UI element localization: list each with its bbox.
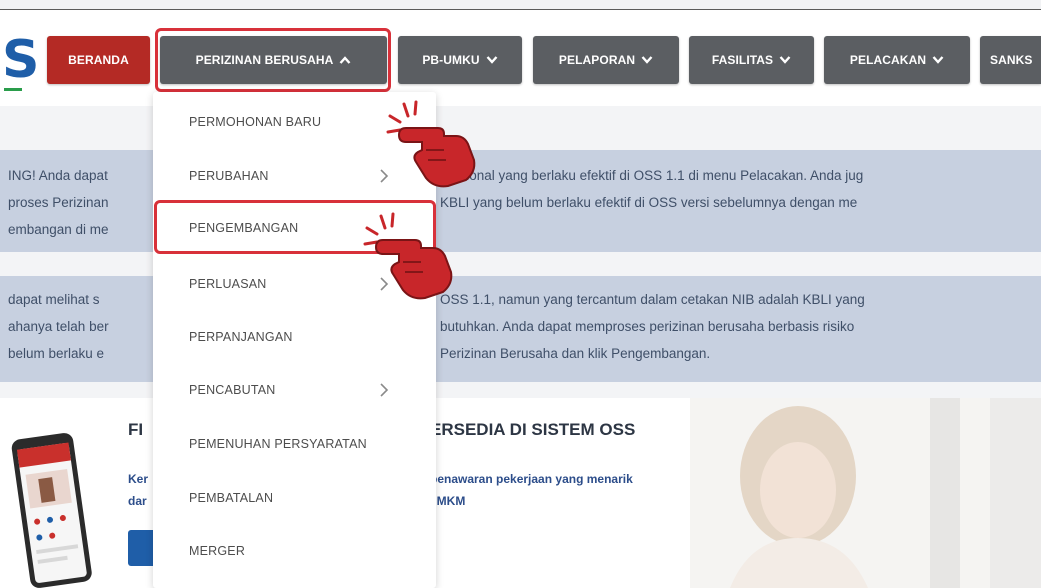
alert-text-right: KBLI yang belum berlaku efektif di OSS v… <box>440 195 858 210</box>
oss-logo[interactable]: S <box>2 32 39 88</box>
chevron-down-icon <box>779 55 791 65</box>
menu-item-pemenuhan-persyaratan[interactable]: PEMENUHAN PERSYARATAN <box>153 417 436 471</box>
chevron-right-icon <box>380 383 389 397</box>
promo-text-line: JMKM <box>430 494 466 508</box>
promo-title-left: FI <box>128 420 144 439</box>
menu-item-label: PERPANJANGAN <box>189 330 293 344</box>
nav-pb-umku-button[interactable]: PB-UMKU <box>398 36 522 84</box>
alert-text-right: butuhkan. Anda dapat memproses perizinan… <box>440 319 855 334</box>
menu-item-label: PERLUASAN <box>189 277 267 291</box>
nav-label: BERANDA <box>68 53 129 67</box>
chevron-down-icon <box>486 55 498 65</box>
menu-item-pembatalan[interactable]: PEMBATALAN <box>153 471 436 525</box>
nav-fasilitas-button[interactable]: FASILITAS <box>689 36 814 84</box>
menu-item-label: PEMBATALAN <box>189 491 274 505</box>
promo-title-right: ERSEDIA DI SISTEM OSS <box>430 420 636 439</box>
phone-illustration <box>11 433 92 588</box>
active-menu-highlight <box>155 28 391 92</box>
logo-accent <box>4 88 22 91</box>
promo-text-line: dar <box>128 494 147 508</box>
alert-text-left: proses Perizinan <box>8 195 109 210</box>
menu-item-label: PEMENUHAN PERSYARATAN <box>189 437 367 451</box>
nav-label: PELAPORAN <box>558 53 636 67</box>
menu-item-pencabutan[interactable]: PENCABUTAN <box>153 363 436 417</box>
promo-text-right: penawaran pekerjaan yang menarik JMKM <box>430 468 633 512</box>
menu-item-merger[interactable]: MERGER <box>153 524 436 578</box>
nav-pelacakan-button[interactable]: PELACAKAN <box>824 36 970 84</box>
alert-text-left: belum berlaku e <box>8 346 105 361</box>
menu-item-label: PENCABUTAN <box>189 383 276 397</box>
alert-text-right: erasional yang berlaku efektif di OSS 1.… <box>440 168 864 183</box>
promo-text-left: Ker dar <box>128 468 148 512</box>
promo-text-line: penawaran pekerjaan yang menarik <box>430 472 633 486</box>
pointing-hand-icon <box>386 100 476 188</box>
alert-text-left: ING! Anda dapat <box>8 168 108 183</box>
alert-text-right: Perizinan Berusaha dan klik Pengembangan… <box>440 346 711 361</box>
menu-item-perpanjangan[interactable]: PERPANJANGAN <box>153 310 436 364</box>
nav-sanksi-button[interactable]: SANKS <box>980 36 1041 84</box>
alert-text-left: dapat melihat s <box>8 292 100 307</box>
nav-beranda-button[interactable]: BERANDA <box>47 36 150 84</box>
pointing-hand-icon <box>363 212 453 300</box>
promo-cta-button[interactable] <box>128 530 154 566</box>
nav-label: FASILITAS <box>711 53 774 67</box>
alert-text-left: embangan di me <box>8 222 109 237</box>
menu-item-label: MERGER <box>189 544 246 558</box>
promo-text-line: Ker <box>128 472 149 486</box>
alert-text-left: ahanya telah ber <box>8 319 109 334</box>
menu-item-label: PERMOHONAN BARU <box>189 115 322 129</box>
woman-photo <box>690 398 1041 588</box>
chevron-down-icon <box>932 55 944 65</box>
chevron-down-icon <box>641 55 653 65</box>
nav-pelaporan-button[interactable]: PELAPORAN <box>533 36 679 84</box>
nav-label: PELACAKAN <box>849 53 927 67</box>
nav-label: SANKS <box>990 53 1033 67</box>
nav-label: PB-UMKU <box>422 53 480 67</box>
menu-item-label: PERUBAHAN <box>189 169 269 183</box>
alert-text-right: OSS 1.1, namun yang tercantum dalam ceta… <box>440 292 865 307</box>
